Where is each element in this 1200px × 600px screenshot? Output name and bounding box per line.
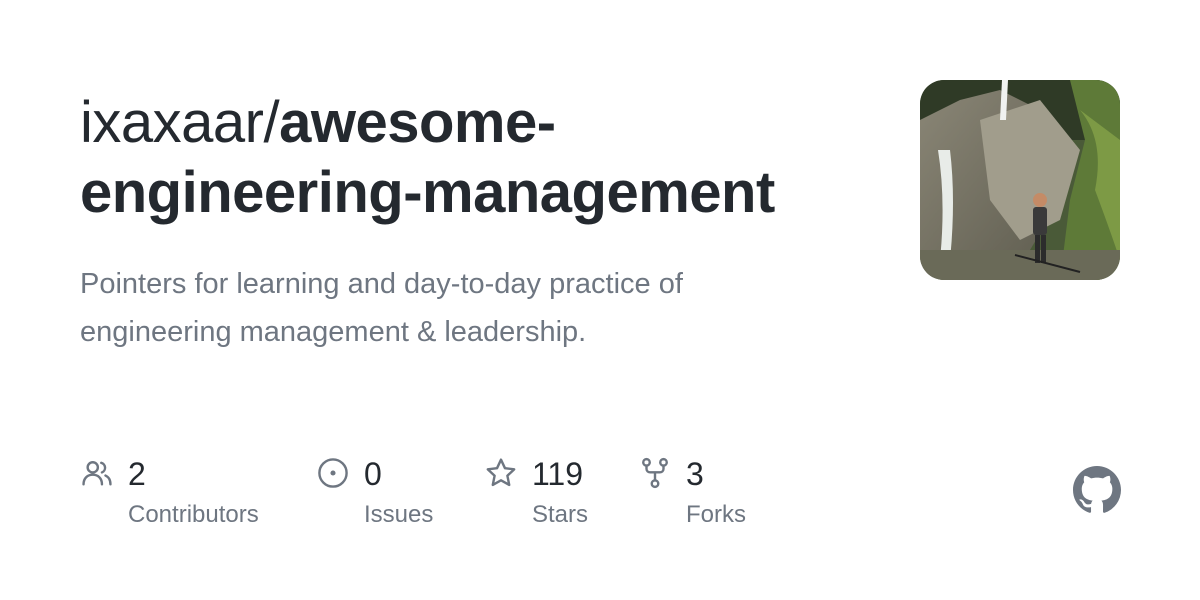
issue-opened-icon <box>318 458 348 488</box>
repo-title[interactable]: ixaxaar/awesome-engineering-management <box>80 88 870 228</box>
issues-count: 0 <box>364 456 382 492</box>
issues-label: Issues <box>364 501 434 528</box>
stars-label: Stars <box>532 501 589 528</box>
owner-avatar[interactable] <box>920 80 1120 280</box>
star-icon <box>486 458 516 487</box>
contributors-label: Contributors <box>128 501 259 528</box>
contributors-count: 2 <box>128 456 146 492</box>
forks-label: Forks <box>686 501 746 528</box>
avatar-photo <box>920 80 1120 280</box>
repo-owner[interactable]: ixaxaar/ <box>80 90 280 155</box>
github-mark-icon[interactable] <box>1073 466 1121 514</box>
repo-forked-icon <box>642 457 668 489</box>
forks-count: 3 <box>686 456 704 492</box>
repo-description: Pointers for learning and day-to-day pra… <box>80 268 683 348</box>
people-icon <box>82 461 112 486</box>
stars-count: 119 <box>532 456 584 492</box>
